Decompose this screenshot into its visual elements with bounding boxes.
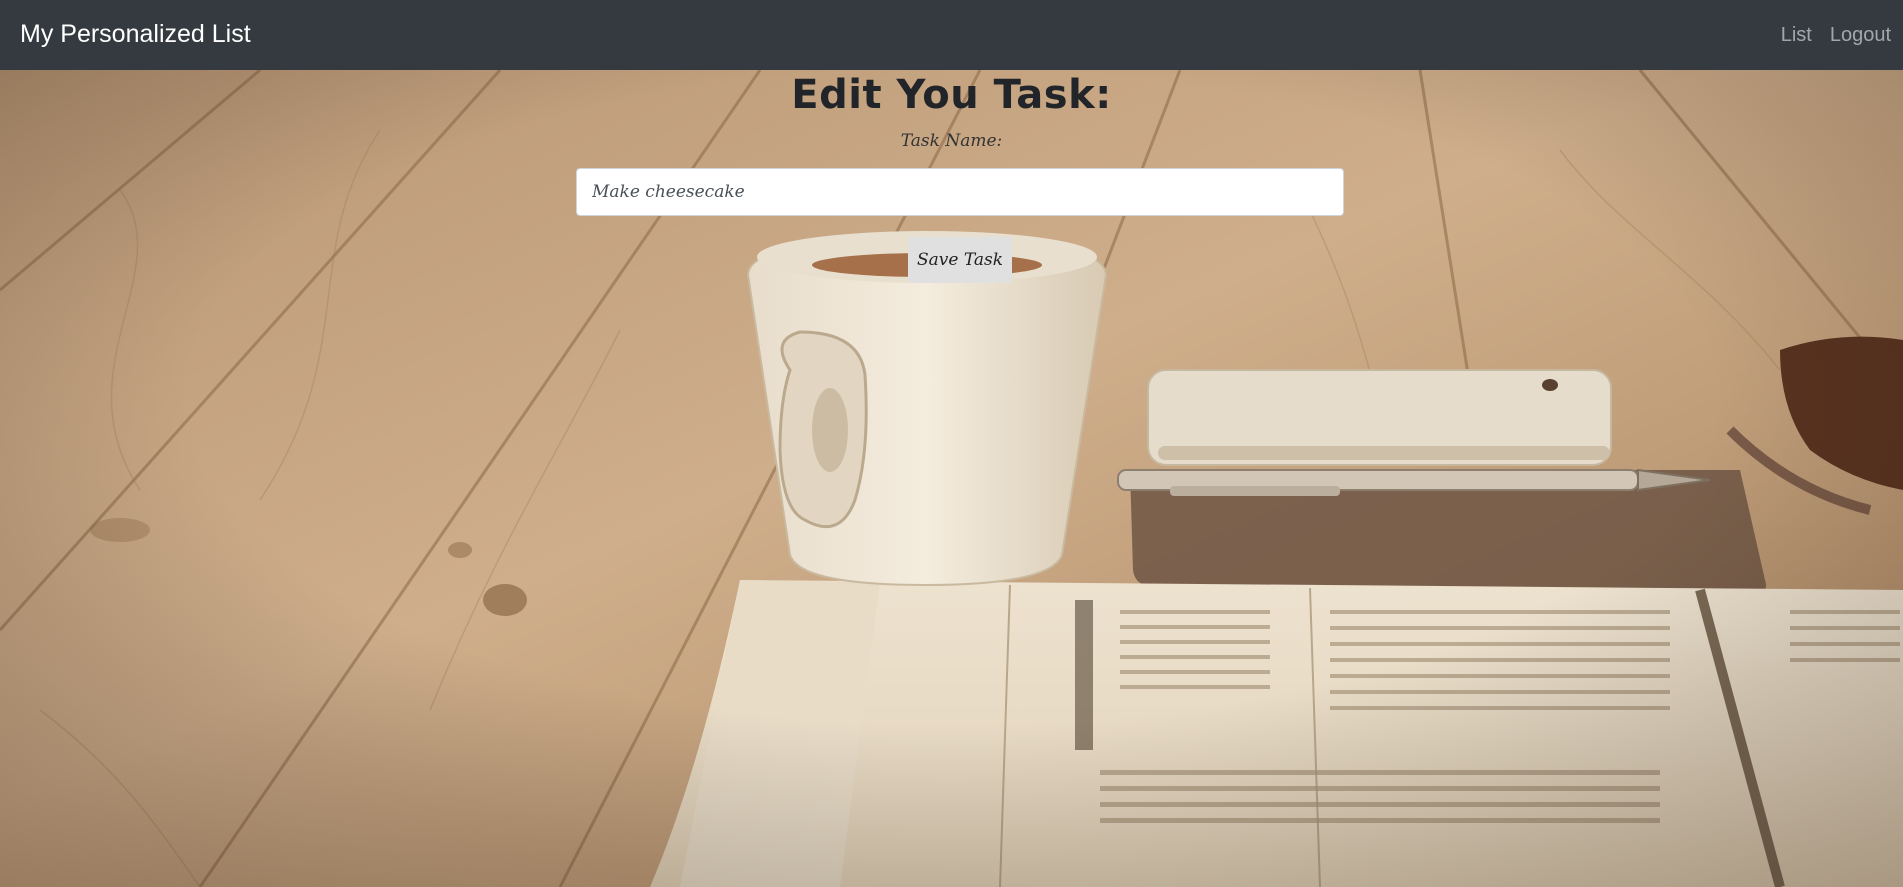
- nav-links: List Logout: [1781, 24, 1891, 47]
- page-title: Edit You Task:: [791, 72, 1112, 118]
- nav-link-logout[interactable]: Logout: [1830, 24, 1891, 47]
- save-task-button[interactable]: Save Task: [908, 237, 1012, 283]
- task-name-input[interactable]: [576, 168, 1344, 216]
- task-name-label: Task Name:: [900, 131, 1003, 151]
- brand-link[interactable]: My Personalized List: [20, 20, 251, 49]
- top-navbar: My Personalized List List Logout: [0, 0, 1903, 70]
- nav-link-list[interactable]: List: [1781, 24, 1812, 47]
